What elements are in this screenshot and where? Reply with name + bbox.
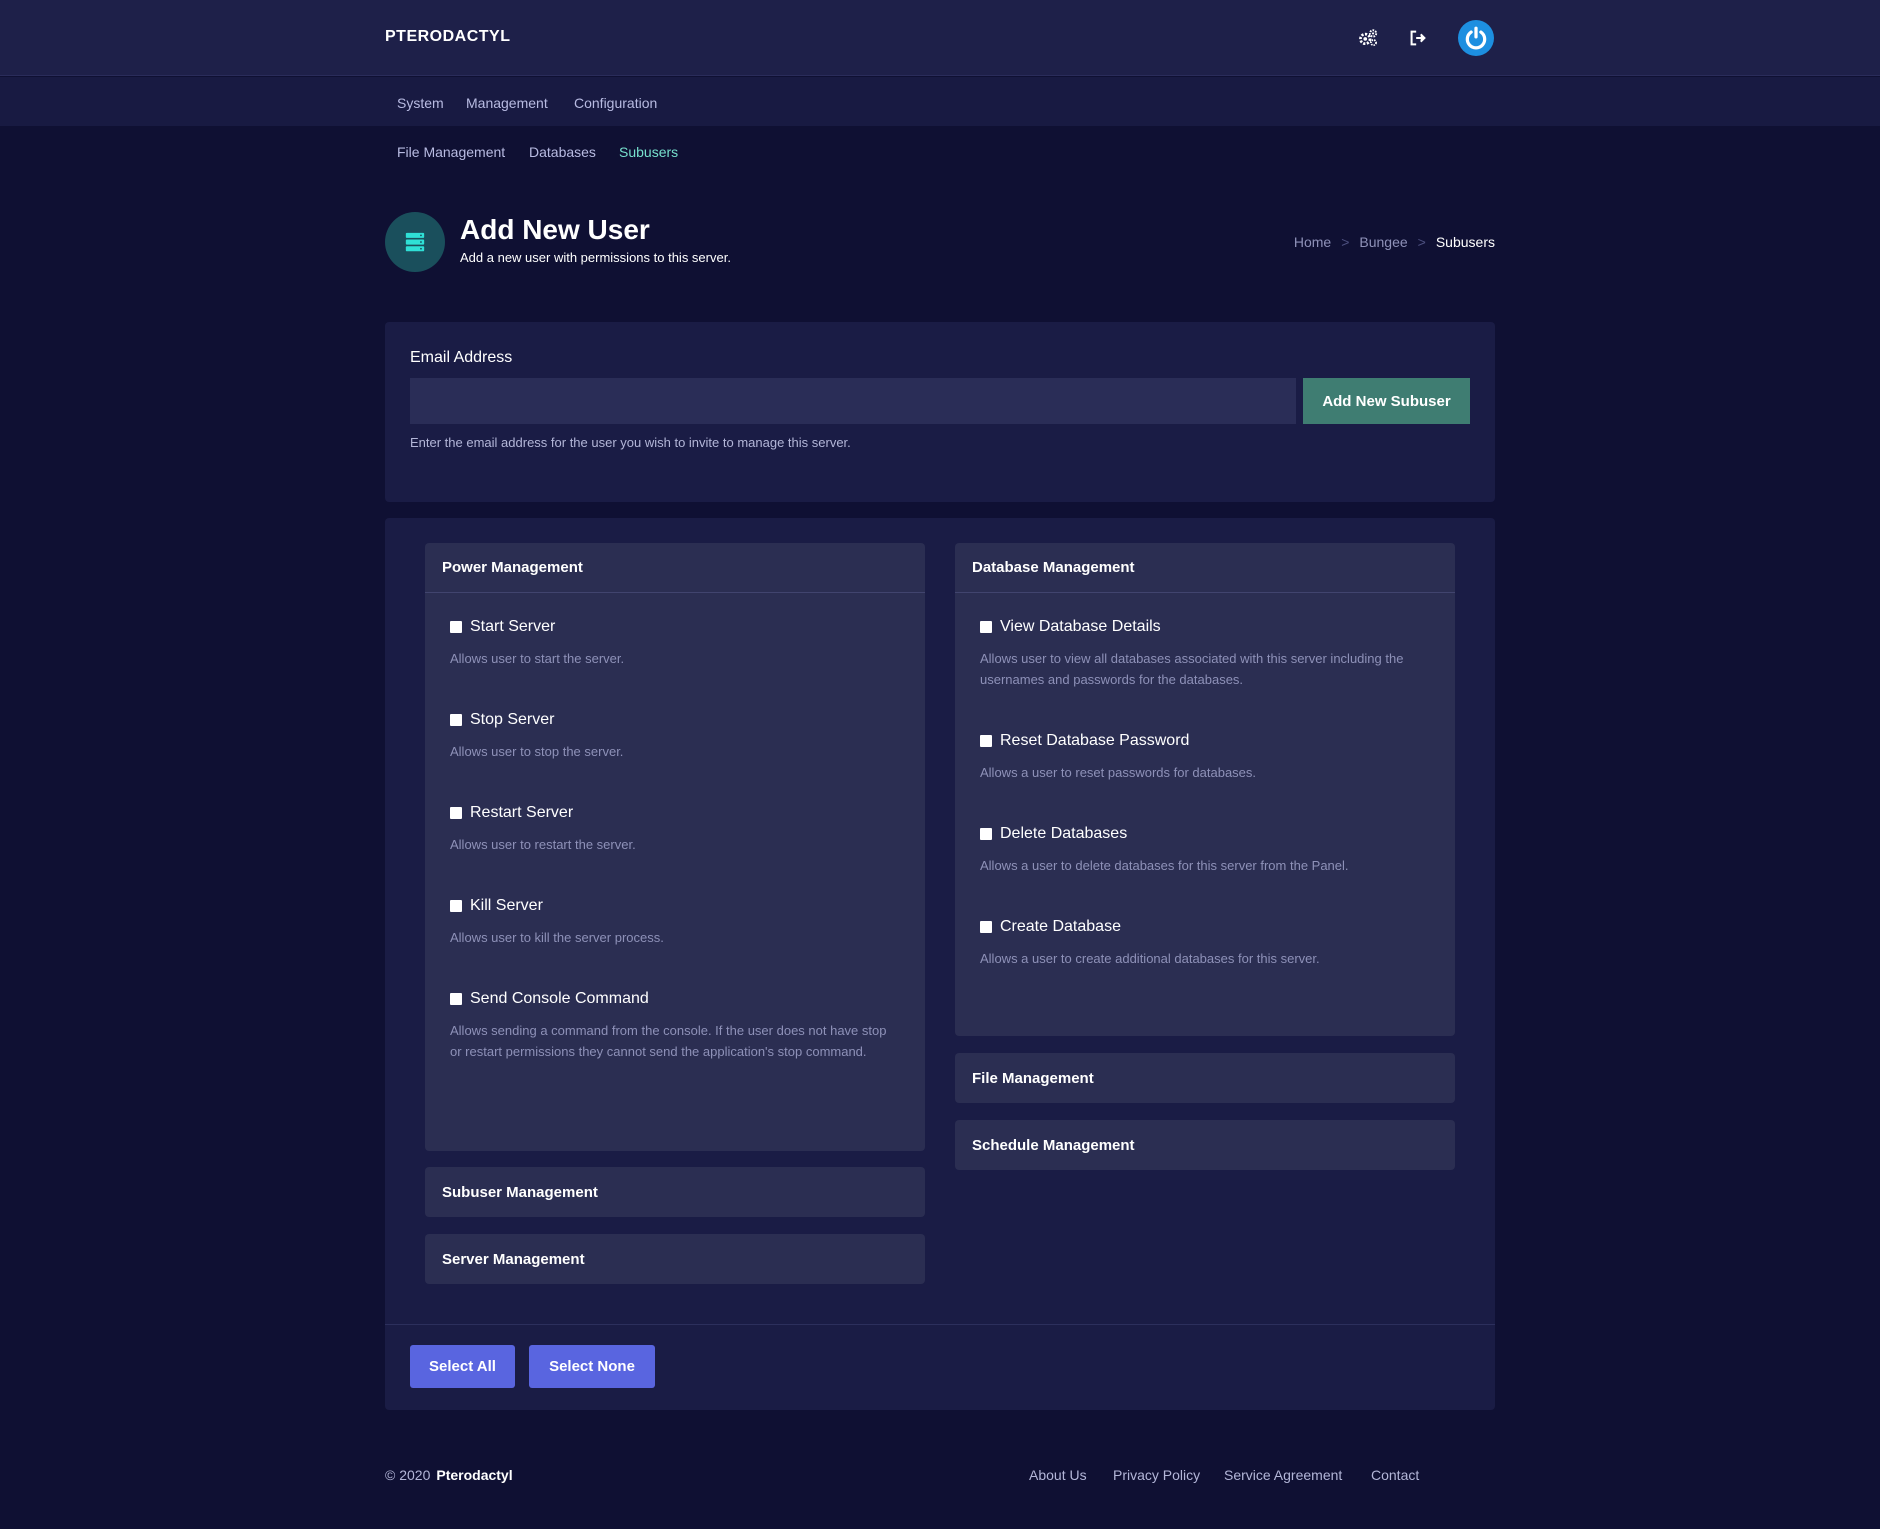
permission-description: Allows a user to create additional datab… bbox=[980, 951, 1320, 966]
breadcrumb-separator: > bbox=[1417, 234, 1426, 250]
checkbox[interactable] bbox=[980, 621, 992, 633]
permission-delete-databases: Delete Databases Allows a user to delete… bbox=[980, 825, 1420, 876]
permission-title[interactable]: Send Console Command bbox=[470, 990, 649, 1008]
permissions-card: Power Management Start Server Allows use… bbox=[385, 518, 1495, 1410]
permission-send-console-command: Send Console Command Allows sending a co… bbox=[450, 990, 890, 1062]
panel-title[interactable]: File Management bbox=[955, 1053, 1455, 1103]
permission-description: Allows a user to delete databases for th… bbox=[980, 858, 1349, 873]
file-management-panel[interactable]: File Management bbox=[955, 1053, 1455, 1103]
nav-item-system[interactable]: System bbox=[397, 95, 444, 111]
checkbox[interactable] bbox=[980, 828, 992, 840]
checkbox[interactable] bbox=[450, 621, 462, 633]
email-field[interactable] bbox=[410, 378, 1296, 424]
server-management-panel[interactable]: Server Management bbox=[425, 1234, 925, 1284]
subuser-management-panel[interactable]: Subuser Management bbox=[425, 1167, 925, 1217]
gears-icon[interactable] bbox=[1356, 26, 1380, 50]
permission-title[interactable]: Kill Server bbox=[470, 897, 543, 915]
email-label: Email Address bbox=[410, 349, 513, 366]
permission-stop-server: Stop Server Allows user to stop the serv… bbox=[450, 711, 890, 762]
permission-toggle[interactable]: Create Database bbox=[980, 918, 1420, 936]
email-help-text: Enter the email address for the user you… bbox=[410, 435, 851, 450]
checkbox[interactable] bbox=[980, 921, 992, 933]
subnav-item-file-management[interactable]: File Management bbox=[397, 144, 505, 160]
permission-start-server: Start Server Allows user to start the se… bbox=[450, 618, 890, 669]
permission-description: Allows sending a command from the consol… bbox=[450, 1023, 887, 1059]
footer-brand[interactable]: Pterodactyl bbox=[436, 1467, 512, 1483]
permission-reset-database-password: Reset Database Password Allows a user to… bbox=[980, 732, 1420, 783]
schedule-management-panel[interactable]: Schedule Management bbox=[955, 1120, 1455, 1170]
permission-toggle[interactable]: Send Console Command bbox=[450, 990, 890, 1008]
divider bbox=[385, 1324, 1495, 1325]
footer-copyright: © 2020 Pterodactyl bbox=[385, 1467, 513, 1483]
select-all-button[interactable]: Select All bbox=[410, 1345, 515, 1388]
breadcrumb-home[interactable]: Home bbox=[1294, 234, 1331, 250]
permission-description: Allows a user to reset passwords for dat… bbox=[980, 765, 1257, 780]
checkbox[interactable] bbox=[450, 714, 462, 726]
subnav-item-databases[interactable]: Databases bbox=[529, 144, 596, 160]
permission-description: Allows user to restart the server. bbox=[450, 837, 636, 852]
footer-link-about[interactable]: About Us bbox=[1029, 1467, 1087, 1483]
page-title: Add New User bbox=[460, 214, 650, 245]
subnav-item-subusers[interactable]: Subusers bbox=[619, 144, 678, 160]
permission-create-database: Create Database Allows a user to create … bbox=[980, 918, 1420, 969]
permission-title[interactable]: Start Server bbox=[470, 618, 555, 636]
nav-item-configuration[interactable]: Configuration bbox=[574, 95, 657, 111]
permission-title[interactable]: Restart Server bbox=[470, 804, 573, 822]
permission-toggle[interactable]: Kill Server bbox=[450, 897, 890, 915]
permission-toggle[interactable]: Start Server bbox=[450, 618, 890, 636]
panel-title[interactable]: Server Management bbox=[425, 1234, 925, 1284]
permission-title[interactable]: View Database Details bbox=[1000, 618, 1161, 636]
panel-title[interactable]: Database Management bbox=[955, 543, 1455, 593]
permission-description: Allows user to start the server. bbox=[450, 651, 625, 666]
select-none-button[interactable]: Select None bbox=[529, 1345, 655, 1388]
checkbox[interactable] bbox=[450, 993, 462, 1005]
permission-title[interactable]: Reset Database Password bbox=[1000, 732, 1189, 750]
footer-link-contact[interactable]: Contact bbox=[1371, 1467, 1419, 1483]
permission-description: Allows user to stop the server. bbox=[450, 744, 624, 759]
permission-title[interactable]: Create Database bbox=[1000, 918, 1121, 936]
page-subtitle: Add a new user with permissions to this … bbox=[460, 250, 731, 265]
permission-toggle[interactable]: Delete Databases bbox=[980, 825, 1420, 843]
permission-toggle[interactable]: Reset Database Password bbox=[980, 732, 1420, 750]
breadcrumb-separator: > bbox=[1341, 234, 1350, 250]
permission-title[interactable]: Stop Server bbox=[470, 711, 554, 729]
checkbox[interactable] bbox=[450, 900, 462, 912]
checkbox[interactable] bbox=[980, 735, 992, 747]
database-management-panel: Database Management View Database Detail… bbox=[955, 543, 1455, 1036]
server-icon bbox=[385, 212, 445, 272]
permission-toggle[interactable]: Restart Server bbox=[450, 804, 890, 822]
add-new-subuser-button[interactable]: Add New Subuser bbox=[1303, 378, 1470, 424]
permission-kill-server: Kill Server Allows user to kill the serv… bbox=[450, 897, 890, 948]
power-logo-icon[interactable] bbox=[1458, 20, 1494, 56]
power-management-panel: Power Management Start Server Allows use… bbox=[425, 543, 925, 1151]
footer-link-privacy[interactable]: Privacy Policy bbox=[1113, 1467, 1200, 1483]
email-card: Email Address Add New Subuser Enter the … bbox=[385, 322, 1495, 502]
permission-restart-server: Restart Server Allows user to restart th… bbox=[450, 804, 890, 855]
copyright-text: © 2020 bbox=[385, 1467, 431, 1483]
panel-title[interactable]: Power Management bbox=[425, 543, 925, 593]
checkbox[interactable] bbox=[450, 807, 462, 819]
panel-title[interactable]: Subuser Management bbox=[425, 1167, 925, 1217]
nav-item-management[interactable]: Management bbox=[466, 95, 548, 111]
permission-title[interactable]: Delete Databases bbox=[1000, 825, 1127, 843]
brand-logo-text[interactable]: PTERODACTYL bbox=[385, 28, 511, 46]
footer-link-service-agreement[interactable]: Service Agreement bbox=[1224, 1467, 1342, 1483]
main-nav: System Management Configuration bbox=[0, 77, 1880, 126]
permission-description: Allows user to kill the server process. bbox=[450, 930, 664, 945]
permission-toggle[interactable]: Stop Server bbox=[450, 711, 890, 729]
breadcrumb: Home > Bungee > Subusers bbox=[1294, 234, 1495, 250]
breadcrumb-server[interactable]: Bungee bbox=[1359, 234, 1407, 250]
top-bar: PTERODACTYL bbox=[0, 0, 1880, 76]
permission-description: Allows user to view all databases associ… bbox=[980, 651, 1404, 687]
breadcrumb-current: Subusers bbox=[1435, 234, 1495, 250]
panel-title[interactable]: Schedule Management bbox=[955, 1120, 1455, 1170]
permission-toggle[interactable]: View Database Details bbox=[980, 618, 1420, 636]
permission-view-database-details: View Database Details Allows user to vie… bbox=[980, 618, 1420, 690]
logout-icon[interactable] bbox=[1406, 26, 1430, 50]
